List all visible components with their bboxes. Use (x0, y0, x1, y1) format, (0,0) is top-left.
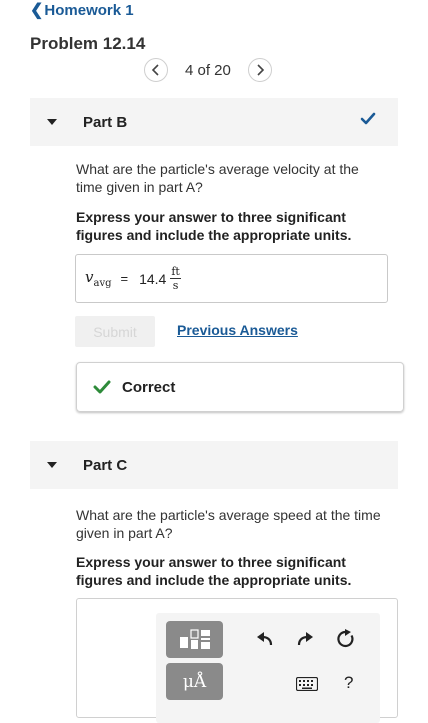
part-b-header[interactable]: Part B (30, 98, 398, 146)
answer-editor[interactable]: μÅ ? (76, 598, 398, 723)
previous-answers-link[interactable]: Previous Answers (177, 322, 298, 338)
pager-text: 4 of 20 (185, 61, 231, 79)
checkmark-icon (360, 112, 376, 125)
problem-pager: 4 of 20 (144, 58, 272, 82)
templates-icon (179, 628, 210, 649)
templates-button[interactable] (166, 621, 223, 658)
chevron-left-icon (151, 64, 159, 76)
redo-icon[interactable] (296, 631, 314, 647)
part-b-question: What are the particle's average velocity… (76, 161, 359, 195)
math-toolbar: μÅ ? (156, 613, 380, 723)
correct-feedback: Correct (76, 362, 404, 412)
unit-numerator: ft (170, 265, 181, 279)
caret-down-icon (47, 462, 57, 468)
part-c-header[interactable]: Part C (30, 441, 398, 489)
part-b-instruction: Express your answer to three significant… (76, 209, 352, 243)
previous-problem-button[interactable] (144, 58, 168, 82)
units-button[interactable]: μÅ (166, 663, 223, 700)
part-b-answer-box: vavg = 14.4 ft s (75, 254, 388, 303)
keyboard-icon[interactable] (296, 677, 318, 691)
chevron-right-icon (257, 64, 265, 76)
chevron-left-icon: ❮ (30, 2, 44, 19)
next-problem-button[interactable] (247, 58, 272, 82)
correct-label: Correct (122, 378, 176, 396)
answer-variable: vavg (85, 268, 112, 289)
help-button[interactable]: ? (344, 673, 353, 693)
back-link-label: Homework 1 (44, 1, 134, 19)
part-c-question: What are the particle's average speed at… (76, 507, 381, 541)
answer-value: 14.4 (139, 270, 167, 287)
undo-icon[interactable] (256, 631, 274, 647)
back-link[interactable]: ❮ Homework 1 (30, 0, 134, 20)
part-c-title: Part C (83, 456, 128, 474)
equals-sign: = (120, 271, 129, 286)
problem-title: Problem 12.14 (30, 34, 146, 53)
reset-icon[interactable] (336, 629, 356, 649)
part-c-instruction: Express your answer to three significant… (76, 554, 352, 588)
unit-denominator: s (172, 279, 179, 292)
answer-units: ft s (170, 266, 181, 291)
checkmark-icon (93, 380, 111, 394)
submit-button[interactable]: Submit (75, 316, 155, 347)
part-b-title: Part B (83, 113, 128, 131)
caret-down-icon (47, 119, 57, 125)
